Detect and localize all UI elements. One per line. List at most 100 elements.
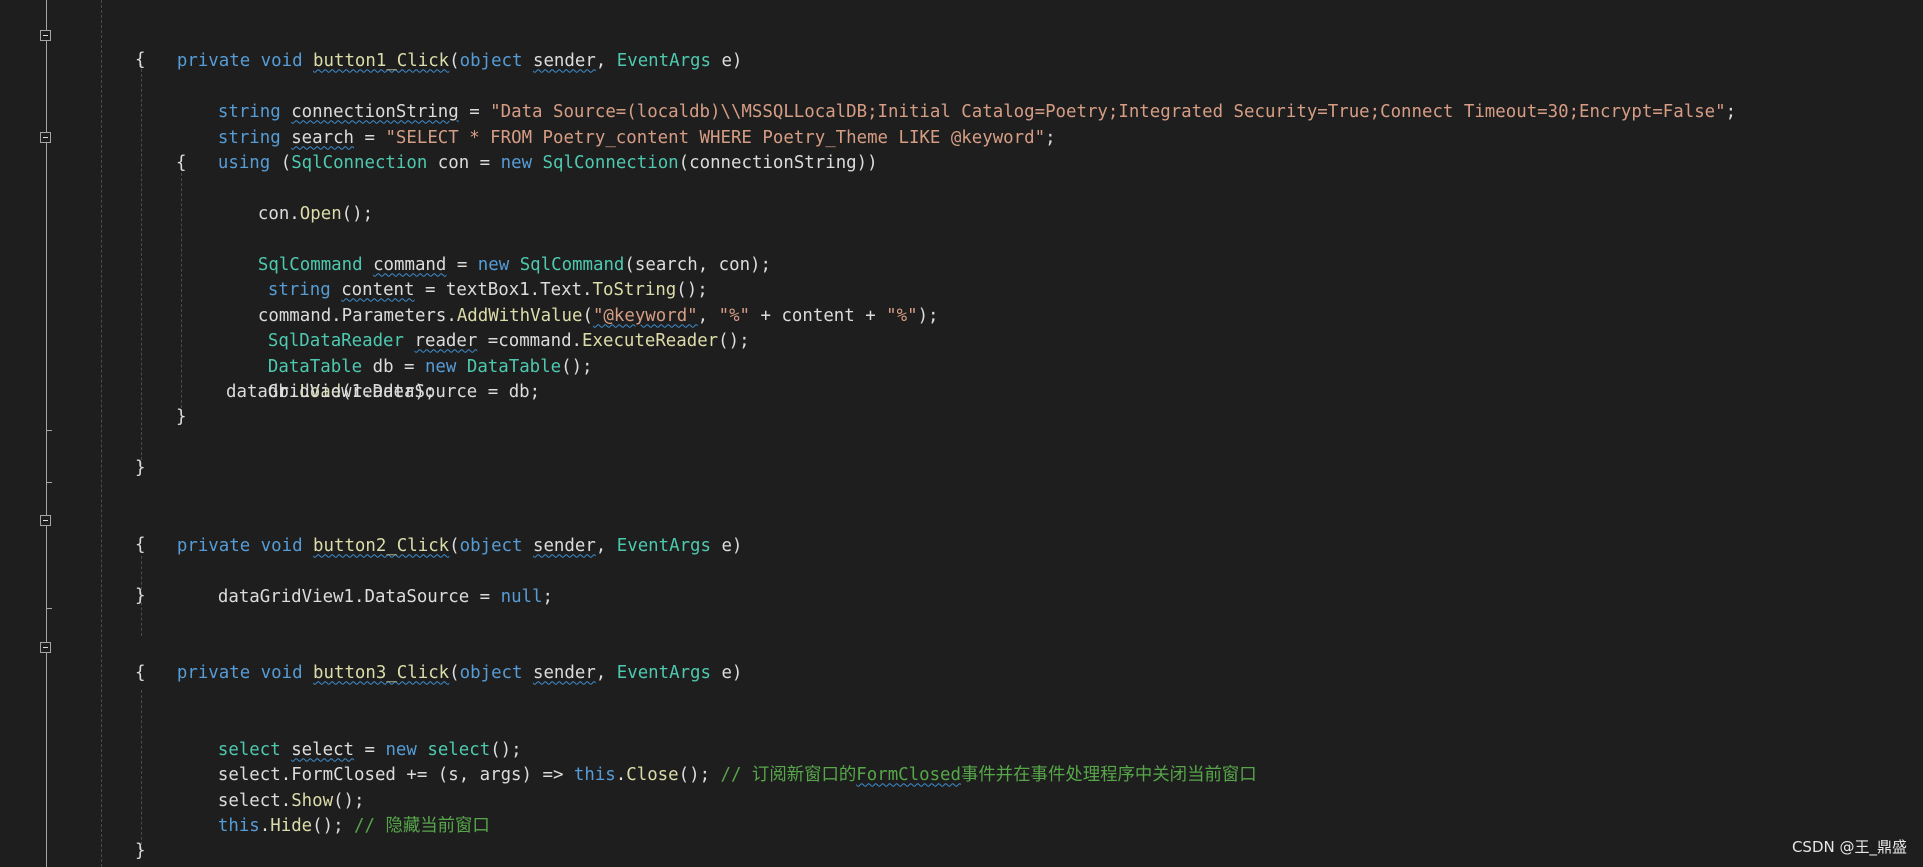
code-line[interactable]: private void button3_Click(object sender… [135, 635, 743, 683]
keyword: object [459, 662, 523, 683]
code-line[interactable]: select select = new select(); [176, 712, 522, 760]
punctuation: e) [710, 662, 743, 683]
punctuation: . [259, 815, 271, 836]
indent-guide [141, 64, 142, 470]
parameter: sender [532, 535, 596, 556]
code-line[interactable]: } [135, 456, 145, 482]
type-name: DataTable [466, 356, 562, 377]
indent-guide [101, 0, 102, 867]
method-name: button3_Click [313, 662, 450, 683]
collapse-button-2-icon[interactable] [40, 132, 51, 143]
code-line[interactable]: { [176, 151, 186, 177]
fold-end-tick [46, 482, 52, 483]
code-line[interactable]: } [176, 405, 186, 431]
indent-guide [181, 168, 182, 423]
method-name: Hide [270, 815, 313, 836]
punctuation: , [595, 50, 617, 71]
keyword: void [260, 662, 303, 683]
punctuation: ; [1725, 101, 1737, 122]
brace: } [135, 458, 146, 478]
keyword: using [217, 152, 271, 173]
brace: { [135, 535, 146, 555]
method-name: Close [626, 764, 679, 785]
code-line[interactable]: dataGridView1.DataSource = null; [176, 559, 553, 607]
method-name: Open [299, 203, 342, 224]
keyword: private [176, 662, 251, 683]
fold-end-tick [46, 430, 52, 431]
code-line[interactable]: db.Load(reader); [226, 354, 436, 402]
punctuation: e) [710, 535, 743, 556]
code-line[interactable]: } [135, 584, 145, 610]
punctuation: ( [449, 535, 460, 556]
code-line[interactable]: select.Show(); [176, 763, 365, 811]
collapse-button-4-icon[interactable] [40, 642, 51, 653]
keyword: object [459, 50, 523, 71]
identifier: con. [257, 203, 300, 224]
type-name: SqlConnection [291, 152, 428, 173]
keyword: object [459, 535, 523, 556]
punctuation: ; [542, 586, 553, 607]
code-line[interactable]: select.FormClosed += (s, args) => this.C… [176, 737, 1257, 785]
watermark: CSDN @王_鼎盛 [1791, 838, 1907, 856]
parameter: sender [532, 662, 596, 683]
code-line[interactable]: { [135, 661, 145, 687]
operator: + content + [750, 305, 887, 326]
keyword: void [260, 50, 303, 71]
punctuation: con = [427, 152, 501, 173]
type-name: EventArgs [616, 535, 711, 556]
code-line[interactable]: this.Hide(); // 隐藏当前窗口 [176, 788, 490, 836]
punctuation: , [595, 662, 617, 683]
parameter: sender [532, 50, 596, 71]
code-line[interactable]: using (SqlConnection con = new SqlConnec… [176, 125, 878, 173]
punctuation: (connectionString)) [678, 152, 878, 173]
punctuation: e) [710, 50, 743, 71]
code-line[interactable]: { [135, 533, 145, 559]
keyword: new [500, 152, 533, 173]
code-line[interactable]: } [135, 839, 145, 865]
punctuation: (); [678, 764, 721, 785]
brace: } [135, 841, 146, 861]
string-literal: "%" [886, 305, 918, 326]
method-name: button2_Click [313, 535, 450, 556]
punctuation: (); [561, 356, 593, 377]
type-name: EventArgs [616, 662, 711, 683]
code-line[interactable]: command.Parameters.AddWithValue("@keywor… [216, 278, 939, 326]
statement: dataGridView1.DataSource = db; [226, 382, 541, 402]
punctuation: , [595, 535, 617, 556]
punctuation: (); [718, 330, 750, 351]
keyword: this [573, 764, 616, 785]
collapse-button-3-icon[interactable] [40, 515, 51, 526]
code-line[interactable]: { [135, 48, 145, 74]
comment: // 订阅新窗口的 [720, 764, 857, 785]
code-line[interactable]: DataTable db = new DataTable(); [226, 329, 593, 377]
method-name: ExecuteReader [582, 330, 719, 351]
collapse-button-1-icon[interactable] [40, 30, 51, 41]
code-line[interactable]: SqlDataReader reader =command.ExecuteRea… [226, 303, 750, 351]
indent-guide [141, 690, 142, 850]
code-line[interactable]: string content = textBox1.Text.ToString(… [226, 252, 708, 300]
code-line[interactable]: string connectionString = "Data Source=(… [176, 74, 1736, 122]
type-name: SqlConnection [542, 152, 679, 173]
code-line[interactable]: SqlCommand command = new SqlCommand(sear… [216, 227, 771, 275]
lambda: += (s, args) => [395, 764, 574, 785]
code-line[interactable]: private void button1_Click(object sender… [135, 23, 743, 71]
editor-gutter [0, 0, 60, 867]
brace: { [176, 153, 187, 173]
punctuation: ( [449, 50, 460, 71]
fold-end-tick [46, 608, 52, 609]
comment: 事件并在事件处理程序中关闭当前窗口 [960, 764, 1257, 785]
punctuation: ); [917, 305, 939, 326]
outline-line [46, 0, 47, 867]
code-line[interactable]: string search = "SELECT * FROM Poetry_co… [176, 100, 1056, 148]
code-editor[interactable]: private void button1_Click(object sender… [0, 0, 1923, 867]
keyword: void [260, 535, 303, 556]
code-line[interactable]: con.Open(); [216, 176, 373, 224]
punctuation: ; [1045, 127, 1056, 148]
comment: // 隐藏当前窗口 [354, 815, 490, 836]
keyword: this [217, 815, 260, 836]
code-line[interactable]: dataGridView1.DataSource = db; [226, 380, 540, 406]
brace: { [135, 50, 146, 70]
punctuation: ( [270, 152, 292, 173]
code-line[interactable]: private void button2_Click(object sender… [135, 508, 743, 556]
